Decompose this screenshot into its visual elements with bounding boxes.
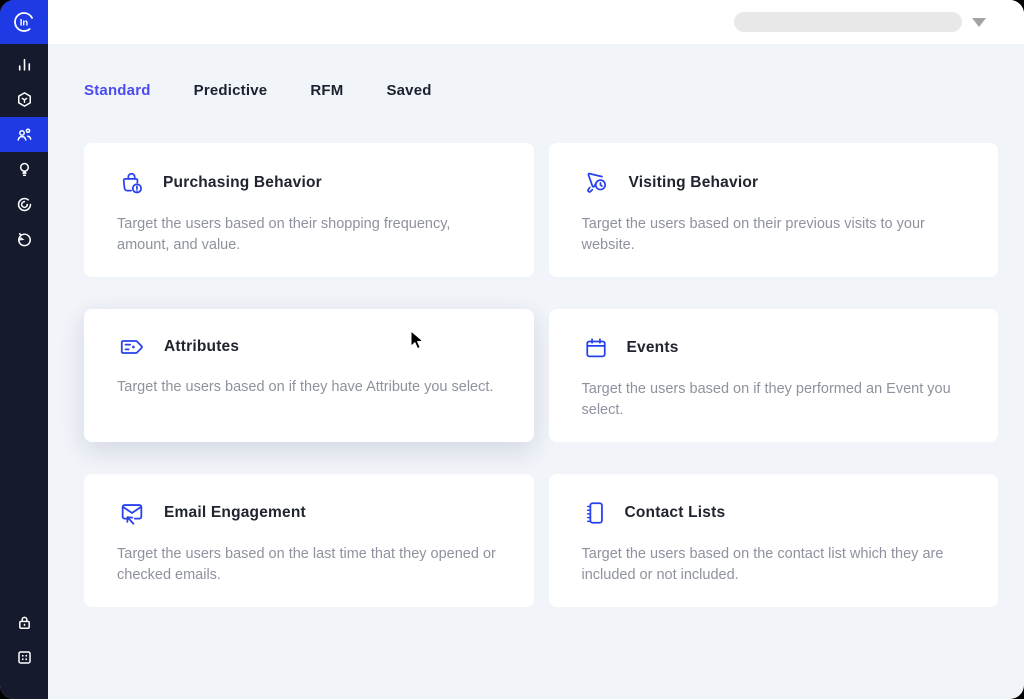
journey-spiral-icon bbox=[16, 196, 33, 213]
app-window: In bbox=[0, 0, 1024, 699]
cursor-clock-icon bbox=[582, 168, 612, 197]
content-area: Standard Predictive RFM Saved bbox=[48, 44, 1024, 699]
card-title: Visiting Behavior bbox=[629, 174, 759, 192]
tab-saved[interactable]: Saved bbox=[386, 82, 431, 99]
card-title: Email Engagement bbox=[164, 504, 306, 522]
segment-option-cards: Purchasing Behavior Target the users bas… bbox=[84, 143, 998, 607]
sidebar-item-history[interactable] bbox=[0, 222, 48, 257]
tab-standard[interactable]: Standard bbox=[84, 82, 151, 99]
tab-predictive[interactable]: Predictive bbox=[194, 82, 268, 99]
email-arrow-icon bbox=[117, 499, 147, 527]
bar-chart-icon bbox=[16, 56, 33, 73]
lightbulb-icon bbox=[16, 161, 33, 178]
card-description: Target the users based on if they have A… bbox=[117, 377, 501, 398]
card-description: Target the users based on the last time … bbox=[117, 544, 501, 585]
card-description: Target the users based on their shopping… bbox=[117, 214, 501, 255]
attribute-tag-icon bbox=[117, 334, 147, 360]
sidebar-item-privacy[interactable] bbox=[0, 605, 48, 640]
card-visiting-behavior[interactable]: Visiting Behavior Target the users based… bbox=[549, 143, 999, 277]
apps-grid-icon bbox=[16, 649, 33, 666]
app-logo[interactable]: In bbox=[0, 0, 48, 44]
card-contact-lists[interactable]: Contact Lists Target the users based on … bbox=[549, 474, 999, 607]
svg-text:In: In bbox=[20, 18, 29, 29]
hexagon-product-icon bbox=[16, 91, 33, 108]
time-clock-icon bbox=[16, 231, 33, 248]
account-name-placeholder[interactable] bbox=[734, 12, 962, 32]
dropdown-caret-icon[interactable] bbox=[972, 18, 986, 27]
sidebar: In bbox=[0, 0, 48, 699]
card-events[interactable]: Events Target the users based on if they… bbox=[549, 309, 999, 442]
card-description: Target the users based on their previous… bbox=[582, 214, 966, 255]
users-audience-icon bbox=[15, 126, 33, 144]
card-title: Events bbox=[627, 339, 679, 357]
sidebar-item-apps[interactable] bbox=[0, 640, 48, 675]
card-title: Attributes bbox=[164, 338, 239, 356]
sidebar-item-products[interactable] bbox=[0, 82, 48, 117]
sidebar-item-insights[interactable] bbox=[0, 152, 48, 187]
card-email-engagement[interactable]: Email Engagement Target the users based … bbox=[84, 474, 534, 607]
contact-list-icon bbox=[582, 499, 608, 527]
card-description: Target the users based on the contact li… bbox=[582, 544, 966, 585]
main-area: Standard Predictive RFM Saved bbox=[48, 0, 1024, 699]
shopping-bag-icon bbox=[117, 168, 146, 197]
card-title: Purchasing Behavior bbox=[163, 174, 322, 192]
calendar-icon bbox=[582, 334, 610, 362]
top-bar bbox=[48, 0, 1024, 44]
card-title: Contact Lists bbox=[625, 504, 726, 522]
card-description: Target the users based on if they perfor… bbox=[582, 379, 966, 420]
card-attributes[interactable]: Attributes Target the users based on if … bbox=[84, 309, 534, 442]
sidebar-nav bbox=[0, 44, 48, 257]
sidebar-item-analytics[interactable] bbox=[0, 47, 48, 82]
segment-type-tabs: Standard Predictive RFM Saved bbox=[84, 82, 998, 99]
tab-rfm[interactable]: RFM bbox=[310, 82, 343, 99]
sidebar-item-journeys[interactable] bbox=[0, 187, 48, 222]
card-purchasing-behavior[interactable]: Purchasing Behavior Target the users bas… bbox=[84, 143, 534, 277]
logo-circle-icon: In bbox=[11, 9, 37, 35]
sidebar-bottom bbox=[0, 605, 48, 699]
sidebar-item-audiences[interactable] bbox=[0, 117, 48, 152]
lock-icon bbox=[16, 614, 33, 631]
